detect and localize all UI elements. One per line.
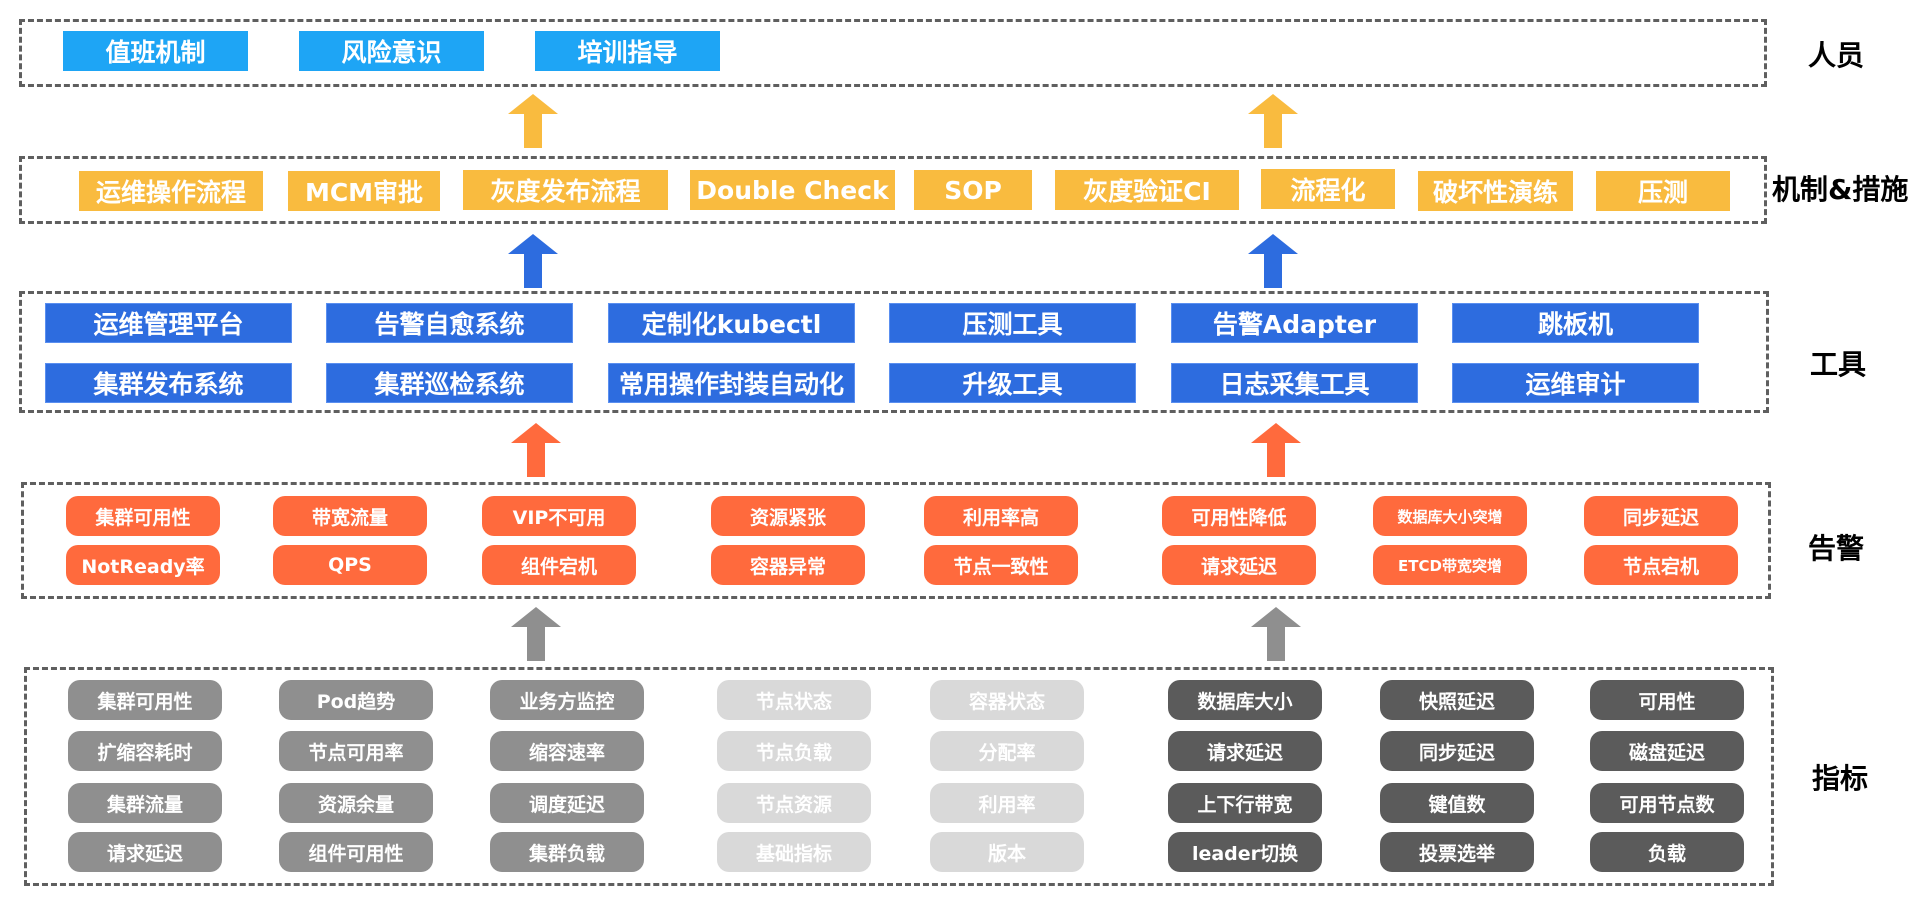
mechanism-item: 流程化 — [1261, 169, 1395, 209]
metric-item: 请求延迟 — [68, 832, 222, 872]
metric-item: 请求延迟 — [1168, 731, 1322, 771]
alarm-item: 集群可用性 — [66, 496, 220, 536]
arrow-up-icon — [508, 234, 558, 288]
metric-item: 扩缩容耗时 — [68, 731, 222, 771]
people-item: 培训指导 — [535, 31, 720, 71]
layer-label-mechanism: 机制&措施 — [1772, 173, 1909, 206]
alarm-item: 资源紧张 — [711, 496, 865, 536]
mechanism-item: SOP — [914, 170, 1032, 210]
metric-item: 节点资源 — [717, 783, 871, 823]
metric-item: Pod趋势 — [279, 680, 433, 720]
metric-item: 节点状态 — [717, 680, 871, 720]
alarm-item: 组件宕机 — [482, 545, 636, 585]
metric-item: 集群负载 — [490, 832, 644, 872]
metric-item: 业务方监控 — [490, 680, 644, 720]
metric-item: 节点可用率 — [279, 731, 433, 771]
tool-item: 日志采集工具 — [1171, 363, 1418, 403]
tool-item: 定制化kubectl — [608, 303, 855, 343]
mechanism-item: 压测 — [1596, 171, 1730, 211]
layer-label-metrics: 指标 — [1812, 762, 1869, 795]
mechanism-item: 破坏性演练 — [1418, 171, 1573, 211]
tool-item: 常用操作封装自动化 — [608, 363, 855, 403]
alarm-item: 节点一致性 — [924, 545, 1078, 585]
metric-item: 上下行带宽 — [1168, 783, 1322, 823]
metric-item: 组件可用性 — [279, 832, 433, 872]
metric-item: 基础指标 — [717, 832, 871, 872]
metric-item: 版本 — [930, 832, 1084, 872]
alarm-item: NotReady率 — [66, 545, 220, 585]
mechanism-item: 灰度发布流程 — [463, 170, 668, 210]
metric-item: 集群流量 — [68, 783, 222, 823]
tool-item: 升级工具 — [889, 363, 1136, 403]
tool-item: 压测工具 — [889, 303, 1136, 343]
alarm-item: 带宽流量 — [273, 496, 427, 536]
alarm-item: QPS — [273, 545, 427, 585]
alarm-item: 容器异常 — [711, 545, 865, 585]
arrow-up-icon-shape — [508, 94, 558, 148]
mechanism-item: 灰度验证CI — [1055, 170, 1239, 210]
people-item: 值班机制 — [63, 31, 248, 71]
metric-item: 调度延迟 — [490, 783, 644, 823]
metric-item: 分配率 — [930, 731, 1084, 771]
mechanism-item: 运维操作流程 — [79, 171, 263, 211]
metric-item: 利用率 — [930, 783, 1084, 823]
metric-item: leader切换 — [1168, 832, 1322, 872]
metric-item: 节点负载 — [717, 731, 871, 771]
tool-item: 集群发布系统 — [45, 363, 292, 403]
metric-item: 可用节点数 — [1590, 783, 1744, 823]
metric-item: 数据库大小 — [1168, 680, 1322, 720]
metric-item: 可用性 — [1590, 680, 1744, 720]
tool-item: 跳板机 — [1452, 303, 1699, 343]
mechanism-item: MCM审批 — [288, 171, 440, 211]
alarm-item: 请求延迟 — [1162, 545, 1316, 585]
metric-item: 容器状态 — [930, 680, 1084, 720]
layer-label-alarms: 告警 — [1808, 532, 1865, 565]
metric-item: 同步延迟 — [1380, 731, 1534, 771]
tool-item: 告警Adapter — [1171, 303, 1418, 343]
people-item: 风险意识 — [299, 31, 484, 71]
layer-label-tools: 工具 — [1810, 348, 1867, 381]
arrow-up-icon — [511, 423, 561, 477]
metric-item: 快照延迟 — [1380, 680, 1534, 720]
arrow-up-icon — [1251, 423, 1301, 477]
alarm-item: ETCD带宽突增 — [1373, 545, 1527, 585]
metric-item: 资源余量 — [279, 783, 433, 823]
alarm-item: 节点宕机 — [1584, 545, 1738, 585]
tool-item: 集群巡检系统 — [326, 363, 573, 403]
alarm-item: 可用性降低 — [1162, 496, 1316, 536]
arrow-up-icon — [1248, 94, 1298, 148]
metric-item: 键值数 — [1380, 783, 1534, 823]
metric-item: 负载 — [1590, 832, 1744, 872]
metric-item: 集群可用性 — [68, 680, 222, 720]
alarm-item: 数据库大小突增 — [1373, 496, 1527, 536]
people-layer — [19, 19, 1767, 87]
alarm-item: VIP不可用 — [482, 496, 636, 536]
tool-item: 运维审计 — [1452, 363, 1699, 403]
metric-item: 投票选举 — [1380, 832, 1534, 872]
arrow-up-icon — [508, 94, 558, 148]
alarm-item: 利用率高 — [924, 496, 1078, 536]
arrow-up-icon — [511, 607, 561, 661]
metric-item: 缩容速率 — [490, 731, 644, 771]
arrow-up-icon — [1248, 234, 1298, 288]
mechanism-item: Double Check — [690, 170, 895, 210]
tool-item: 告警自愈系统 — [326, 303, 573, 343]
tool-item: 运维管理平台 — [45, 303, 292, 343]
alarm-item: 同步延迟 — [1584, 496, 1738, 536]
arrow-up-icon — [1251, 607, 1301, 661]
layer-label-people: 人员 — [1808, 39, 1865, 72]
metric-item: 磁盘延迟 — [1590, 731, 1744, 771]
